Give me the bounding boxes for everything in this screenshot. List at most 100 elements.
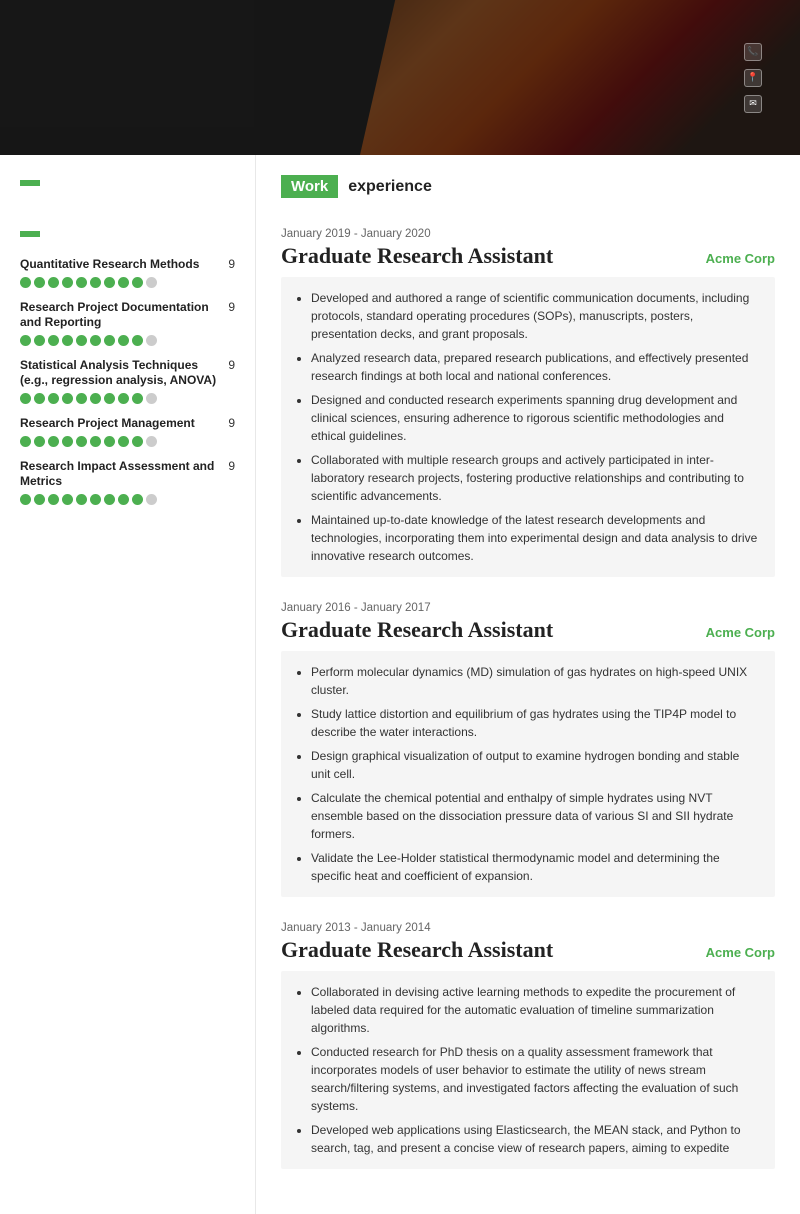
- dot-filled: [132, 277, 143, 288]
- dot-filled: [76, 277, 87, 288]
- skill-name: Quantitative Research Methods: [20, 257, 223, 273]
- phone-contact: 📞: [744, 43, 770, 61]
- dot-filled: [48, 277, 59, 288]
- dot-filled: [62, 436, 73, 447]
- header: 📞 📍 ✉: [0, 0, 800, 155]
- job-bullets: Developed and authored a range of scient…: [281, 277, 775, 577]
- dot-filled: [76, 393, 87, 404]
- email-contact: ✉: [744, 95, 770, 113]
- job-title: Graduate Research Assistant: [281, 617, 553, 643]
- dot-filled: [132, 393, 143, 404]
- skill-name: Research Impact Assessment and Metrics: [20, 459, 223, 490]
- skill-score: 9: [228, 416, 235, 430]
- dot-filled: [76, 335, 87, 346]
- bullet-item: Collaborated in devising active learning…: [311, 983, 760, 1037]
- skill-score: 9: [228, 358, 235, 372]
- skills-header: [20, 231, 40, 237]
- dot-filled: [104, 393, 115, 404]
- job-entry: January 2013 - January 2014 Graduate Rese…: [281, 922, 775, 1169]
- job-entry: January 2019 - January 2020 Graduate Rese…: [281, 228, 775, 577]
- dot-filled: [90, 494, 101, 505]
- header-left: [30, 75, 704, 81]
- skill-item: Research Project Management 9: [20, 416, 235, 447]
- dot-empty: [146, 335, 157, 346]
- dot-filled: [90, 335, 101, 346]
- dot-filled: [20, 335, 31, 346]
- skill-score: 9: [228, 257, 235, 271]
- dot-filled: [62, 393, 73, 404]
- dot-filled: [118, 436, 129, 447]
- dot-filled: [132, 335, 143, 346]
- location-icon: 📍: [744, 69, 762, 87]
- job-bullets: Perform molecular dynamics (MD) simulati…: [281, 651, 775, 897]
- skill-dots: [20, 335, 235, 346]
- dot-filled: [34, 277, 45, 288]
- work-experience-title-suffix: experience: [348, 178, 432, 196]
- summary-section: [20, 180, 235, 206]
- job-company: Acme Corp: [706, 945, 775, 960]
- dot-filled: [34, 436, 45, 447]
- work-experience-header: Work: [281, 175, 338, 198]
- job-company: Acme Corp: [706, 251, 775, 266]
- dot-filled: [132, 494, 143, 505]
- dot-filled: [62, 335, 73, 346]
- dot-filled: [20, 436, 31, 447]
- main-body: Quantitative Research Methods9Research P…: [0, 155, 800, 1214]
- dot-filled: [118, 393, 129, 404]
- dot-filled: [76, 494, 87, 505]
- dot-filled: [90, 277, 101, 288]
- dot-filled: [104, 494, 115, 505]
- email-icon: ✉: [744, 95, 762, 113]
- dot-filled: [48, 335, 59, 346]
- bullet-item: Developed web applications using Elastic…: [311, 1121, 760, 1157]
- skill-item: Research Project Documentation and Repor…: [20, 300, 235, 346]
- dot-filled: [62, 277, 73, 288]
- dot-empty: [146, 436, 157, 447]
- bullet-item: Analyzed research data, prepared researc…: [311, 349, 760, 385]
- skills-list: Quantitative Research Methods9Research P…: [20, 257, 235, 505]
- dot-empty: [146, 494, 157, 505]
- job-dates: January 2016 - January 2017: [281, 602, 775, 614]
- job-title: Graduate Research Assistant: [281, 937, 553, 963]
- skill-dots: [20, 436, 235, 447]
- dot-empty: [146, 393, 157, 404]
- summary-header: [20, 180, 40, 186]
- job-dates: January 2013 - January 2014: [281, 922, 775, 934]
- dot-filled: [118, 335, 129, 346]
- dot-filled: [20, 277, 31, 288]
- contact-info: 📞 📍 ✉: [744, 43, 770, 113]
- skill-dots: [20, 393, 235, 404]
- job-company: Acme Corp: [706, 625, 775, 640]
- skill-score: 9: [228, 459, 235, 473]
- dot-filled: [48, 494, 59, 505]
- dot-filled: [62, 494, 73, 505]
- dot-filled: [20, 393, 31, 404]
- job-title: Graduate Research Assistant: [281, 243, 553, 269]
- bullet-item: Designed and conducted research experime…: [311, 391, 760, 445]
- dot-filled: [118, 277, 129, 288]
- skill-item: Research Impact Assessment and Metrics 9: [20, 459, 235, 505]
- header-content: 📞 📍 ✉: [0, 43, 800, 113]
- bullet-item: Maintained up-to-date knowledge of the l…: [311, 511, 760, 565]
- job-dates: January 2019 - January 2020: [281, 228, 775, 240]
- skill-name: Research Project Documentation and Repor…: [20, 300, 223, 331]
- location-contact: 📍: [744, 69, 770, 87]
- skill-dots: [20, 494, 235, 505]
- bullet-item: Developed and authored a range of scient…: [311, 289, 760, 343]
- bullet-item: Collaborated with multiple research grou…: [311, 451, 760, 505]
- job-bullets: Collaborated in devising active learning…: [281, 971, 775, 1169]
- dot-filled: [90, 436, 101, 447]
- dot-filled: [34, 335, 45, 346]
- bullet-item: Perform molecular dynamics (MD) simulati…: [311, 663, 760, 699]
- dot-filled: [34, 393, 45, 404]
- dot-filled: [76, 436, 87, 447]
- dot-empty: [146, 277, 157, 288]
- skill-name: Research Project Management: [20, 416, 223, 432]
- skill-item: Statistical Analysis Techniques (e.g., r…: [20, 358, 235, 404]
- dot-filled: [34, 494, 45, 505]
- skill-item: Quantitative Research Methods 9: [20, 257, 235, 288]
- skill-dots: [20, 277, 235, 288]
- bullet-item: Design graphical visualization of output…: [311, 747, 760, 783]
- skill-score: 9: [228, 300, 235, 314]
- jobs-list: January 2019 - January 2020 Graduate Rese…: [281, 228, 775, 1169]
